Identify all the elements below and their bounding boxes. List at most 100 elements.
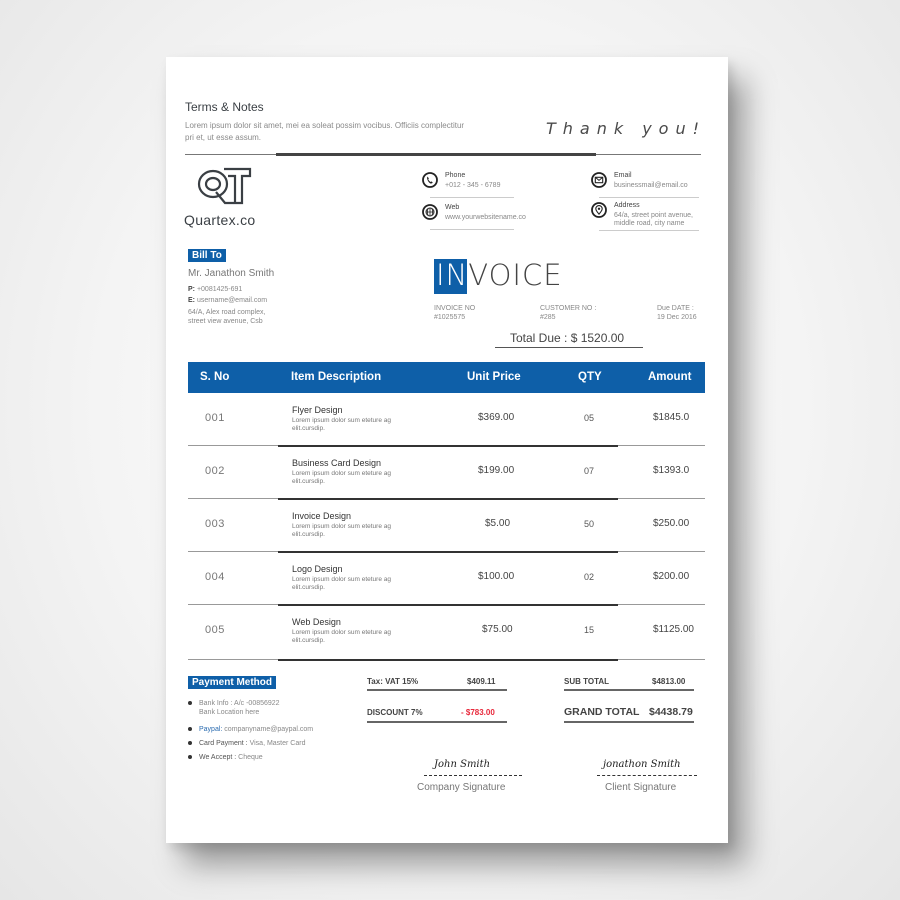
- row-sno: 001: [205, 412, 225, 424]
- bullet-icon: [188, 741, 192, 745]
- row-divider-accent: [278, 659, 618, 661]
- payment-item-text: Card Payment : Visa, Master Card: [199, 739, 305, 748]
- contact-underline: [599, 197, 699, 198]
- phone-label: P:: [188, 286, 195, 293]
- client-signature-line: [597, 775, 697, 776]
- company-signature-line: [424, 775, 522, 776]
- row-price: $199.00: [478, 465, 515, 476]
- row-desc: Lorem ipsum dolor sum eteture ag elit.cu…: [292, 629, 391, 644]
- invoice-page: Terms & Notes Lorem ipsum dolor sit amet…: [166, 57, 728, 843]
- header-divider-accent: [276, 153, 596, 156]
- company-signature-scribble: John Smith: [434, 759, 491, 770]
- row-qty: 07: [584, 466, 595, 476]
- row-amount: $1845.0: [653, 412, 690, 423]
- row-title: Flyer Design: [292, 405, 343, 415]
- grand-total-value: $4438.79: [649, 706, 693, 718]
- brand-name: Quartex.co: [184, 212, 256, 228]
- row-qty: 02: [584, 572, 595, 582]
- thank-you-text: Thank you!: [546, 119, 707, 138]
- row-amount: $200.00: [653, 571, 690, 582]
- subtotal-value: $4813.00: [652, 677, 686, 686]
- payment-item-text: We Accept : Cheque: [199, 753, 263, 762]
- contact-value-line2: middle road, city name: [614, 220, 685, 227]
- contact-phone: Phone +012 - 345 - 6789: [422, 172, 542, 198]
- row-qty: 50: [584, 519, 595, 529]
- bill-to-address-line2: street view avenue, Csb: [188, 318, 263, 325]
- table-row: 005 Web Design Lorem ipsum dolor sum ete…: [188, 605, 705, 661]
- bill-to-name: Mr. Janathon Smith: [188, 268, 275, 279]
- row-sno: 005: [205, 624, 225, 636]
- invoice-title-rest: VOICE: [468, 258, 563, 292]
- contact-web: Web www.yourwebsitename.co: [422, 204, 542, 230]
- payment-item-card: Card Payment : Visa, Master Card: [188, 739, 348, 749]
- discount-underline: [367, 721, 507, 723]
- tax-underline: [367, 689, 507, 691]
- tax-value: $409.11: [467, 677, 496, 686]
- row-title: Web Design: [292, 617, 341, 627]
- row-desc: Lorem ipsum dolor sum eteture ag elit.cu…: [292, 417, 391, 432]
- contact-label: Phone: [445, 172, 466, 179]
- subtotal-label: SUB TOTAL: [564, 677, 610, 686]
- payment-key: Card Payment :: [199, 740, 250, 747]
- bullet-icon: [188, 727, 192, 731]
- table-row: 001 Flyer Design Lorem ipsum dolor sum e…: [188, 393, 705, 447]
- table-row: 004 Logo Design Lorem ipsum dolor sum et…: [188, 552, 705, 606]
- contact-value[interactable]: www.yourwebsitename.co: [445, 213, 526, 222]
- location-pin-icon: [591, 202, 607, 218]
- subtotal-underline: [564, 689, 694, 691]
- tax-label: Tax: VAT 15%: [367, 677, 419, 686]
- row-desc: Lorem ipsum dolor sum eteture ag elit.cu…: [292, 470, 391, 485]
- row-amount: $250.00: [653, 518, 690, 529]
- phone-icon: [422, 172, 438, 188]
- grand-total-label: GRAND TOTAL: [564, 706, 640, 718]
- row-price: $5.00: [485, 518, 511, 529]
- row-price: $100.00: [478, 571, 515, 582]
- payment-item-line2: Bank Location here: [199, 709, 260, 716]
- due-date-label: Due DATE :: [657, 305, 694, 312]
- client-signature-label: Client Signature: [605, 782, 677, 793]
- contact-value[interactable]: businessmail@email.co: [614, 181, 688, 190]
- row-sno: 004: [205, 571, 225, 583]
- contact-value: +012 - 345 - 6789: [445, 182, 501, 189]
- header-unit-price: Unit Price: [467, 371, 521, 383]
- mail-icon: [591, 172, 607, 188]
- payment-item-text: Paypal: companyname@paypal.com: [199, 725, 313, 734]
- row-desc: Lorem ipsum dolor sum eteture ag elit.cu…: [292, 523, 391, 538]
- payment-key: Bank Info :: [199, 700, 235, 707]
- header-description: Item Description: [291, 371, 382, 383]
- grand-total-underline: [564, 721, 694, 723]
- phone-value: +0081425-691: [196, 286, 243, 293]
- paypal-link[interactable]: Paypal:: [199, 726, 224, 733]
- table-row: 002 Business Card Design Lorem ipsum dol…: [188, 446, 705, 500]
- header-qty: QTY: [578, 371, 602, 383]
- contact-address: Address 64/a, street point avenue, middl…: [591, 202, 711, 232]
- row-title: Business Card Design: [292, 458, 382, 468]
- row-title: Logo Design: [292, 564, 343, 574]
- discount-value: - $783.00: [461, 708, 495, 717]
- table-row: 003 Invoice Design Lorem ipsum dolor sum…: [188, 499, 705, 553]
- row-sno: 002: [205, 465, 225, 477]
- payment-key: We Accept :: [199, 754, 239, 761]
- payment-item-paypal: Paypal: companyname@paypal.com: [188, 725, 348, 735]
- row-qty: 05: [584, 413, 595, 423]
- invoice-title-highlight: IN: [436, 258, 469, 292]
- email-value: username@email.com: [196, 297, 268, 304]
- row-amount: $1125.00: [653, 624, 694, 635]
- bill-to-phone: P: +0081425-691: [188, 286, 242, 293]
- payment-item-accept: We Accept : Cheque: [188, 753, 348, 763]
- row-amount: $1393.0: [653, 465, 690, 476]
- invoice-no-label: INVOICE NO: [434, 305, 476, 312]
- table-header: S. No Item Description Unit Price QTY Am…: [188, 362, 705, 393]
- payment-value: companyname@paypal.com: [224, 726, 314, 733]
- discount-label: DISCOUNT 7%: [367, 708, 423, 717]
- payment-value: Visa, Master Card: [249, 740, 306, 747]
- invoice-no-value: #1025575: [434, 314, 466, 321]
- qt-monogram-logo-icon: [197, 167, 252, 205]
- client-signature-scribble: jonathon Smith: [603, 759, 681, 770]
- due-date-value: 19 Dec 2016: [657, 314, 697, 321]
- row-desc: Lorem ipsum dolor sum eteture ag elit.cu…: [292, 576, 391, 591]
- contact-underline: [599, 230, 699, 231]
- bill-to-email: E: username@email.com: [188, 297, 267, 304]
- contact-underline: [430, 197, 514, 198]
- company-signature-label: Company Signature: [417, 782, 506, 793]
